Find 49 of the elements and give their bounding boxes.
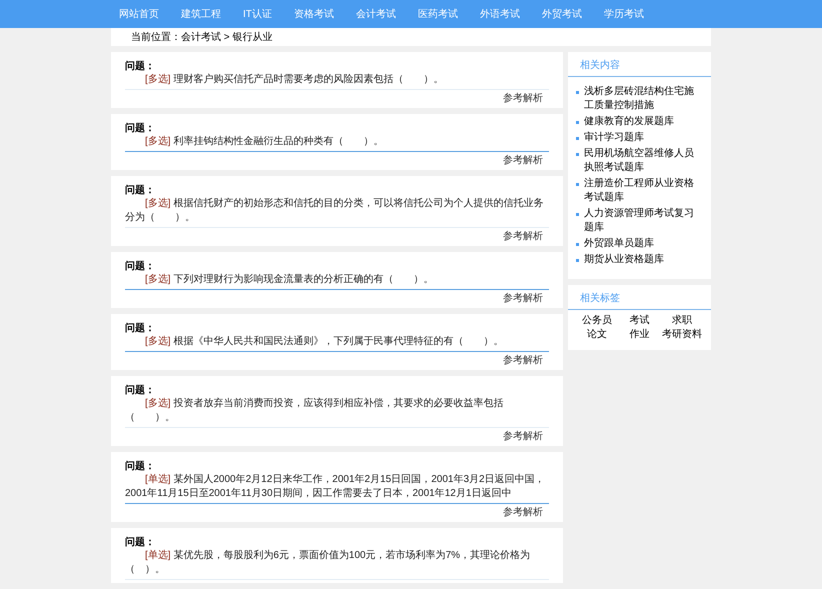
question-text: [多选] 根据《中华人民共和国民法通则》，下列属于民事代理特征的有（ ）。 xyxy=(144,335,504,349)
tag-link[interactable]: 考研资料 xyxy=(660,328,703,342)
question-title: 问题： xyxy=(125,260,156,273)
tag-link[interactable]: 论文 xyxy=(576,328,618,342)
question-title: 问题： xyxy=(125,184,156,197)
panel-title: 相关标签 xyxy=(568,285,711,310)
bullet-icon xyxy=(576,91,579,94)
tag-link[interactable]: 求职 xyxy=(660,314,703,328)
bullet-icon xyxy=(576,243,579,246)
question-text: [单选] 某外国人2000年2月12日来华工作，2001年2月15日回国，2001年3月2日返回中国，2001年11月15日至2001年11月30日期间，因工作需要去了日本，2001年12月1日返回中 xyxy=(125,473,546,501)
question-text: [多选] 根据信托财产的初始形态和信托的目的分类，可以将信托公司为个人提供的信托业务分为（ ）。 xyxy=(125,197,544,225)
bullet-icon xyxy=(576,213,579,216)
question-title: 问题： xyxy=(125,384,156,397)
related-link[interactable]: 健康教育的发展题库 xyxy=(584,115,674,129)
related-link[interactable]: 审计学习题库 xyxy=(584,131,644,145)
analysis-link[interactable]: 参考解析 xyxy=(503,230,543,243)
question-text: [多选] 投资者放弃当前消费而投资，应该得到相应补偿，其要求的必要收益率包括（ ）。 xyxy=(125,397,504,425)
breadcrumb-label: 当前位置： xyxy=(131,30,181,44)
related-link[interactable]: 浅析多层砖混结构住宅施工质量控制措施 xyxy=(584,85,703,113)
question-title: 问题： xyxy=(125,122,156,135)
tag-link[interactable]: 作业 xyxy=(618,328,661,342)
analysis-link[interactable]: 参考解析 xyxy=(503,154,543,167)
analysis-link[interactable]: 参考解析 xyxy=(503,292,543,305)
question-title: 问题： xyxy=(125,460,156,473)
question-title: 问题： xyxy=(125,60,156,73)
question-text: [单选] 某优先股，每股股利为6元，票面价值为100元，若市场利率为7%，其理论价格为（ ）。 xyxy=(125,549,532,577)
related-link[interactable]: 期货从业资格题库 xyxy=(584,253,664,267)
bullet-icon xyxy=(576,259,579,262)
panel-title: 相关内容 xyxy=(568,52,711,77)
question-title: 问题： xyxy=(125,536,156,549)
related-link[interactable]: 人力资源管理师考试复习题库 xyxy=(584,207,703,235)
related-link[interactable]: 外贸跟单员题库 xyxy=(584,237,654,251)
tag-link[interactable]: 考试 xyxy=(618,314,661,328)
bullet-icon xyxy=(576,183,579,186)
question-text: [多选] 下列对理财行为影响现金流量表的分析正确的有（ ）。 xyxy=(144,273,434,287)
question-text: [多选] 利率挂钩结构性金融衍生品的种类有（ ）。 xyxy=(144,135,384,149)
bullet-icon xyxy=(576,137,579,140)
analysis-link[interactable]: 参考解析 xyxy=(503,92,543,105)
question-title: 问题： xyxy=(125,322,156,335)
analysis-link[interactable]: 参考解析 xyxy=(503,354,543,367)
question-text: [多选] 理财客户购买信托产品时需要考虑的风险因素包括（ ）。 xyxy=(144,73,444,87)
analysis-link[interactable]: 参考解析 xyxy=(503,506,543,519)
breadcrumb-link[interactable]: 会计考试 > 银行从业 xyxy=(181,30,272,44)
related-link[interactable]: 注册造价工程师从业资格考试题库 xyxy=(584,177,703,205)
analysis-link[interactable]: 参考解析 xyxy=(503,430,543,443)
bullet-icon xyxy=(576,121,579,124)
bullet-icon xyxy=(576,153,579,156)
related-link[interactable]: 民用机场航空器维修人员执照考试题库 xyxy=(584,147,703,175)
tag-link[interactable]: 公务员 xyxy=(576,314,618,328)
